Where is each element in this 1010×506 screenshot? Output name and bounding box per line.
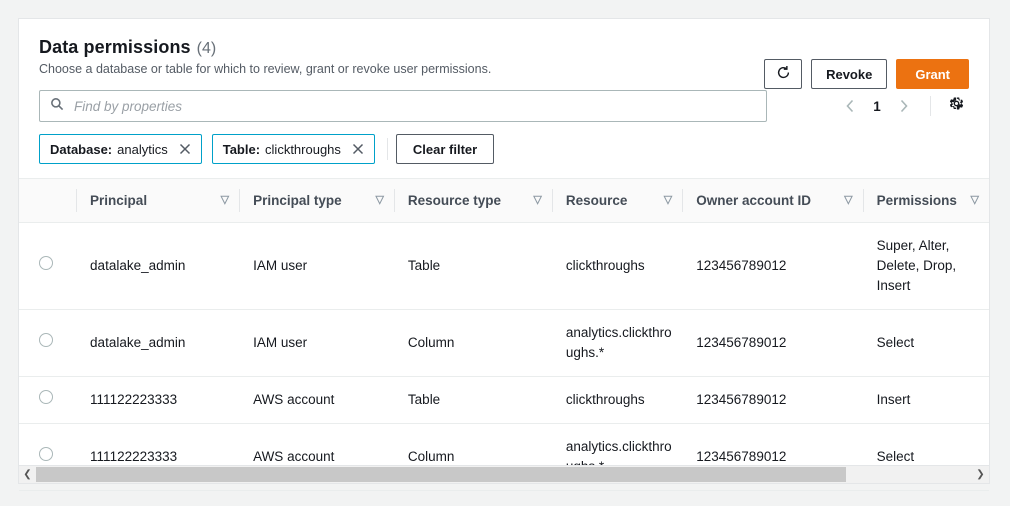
permissions-table-wrapper: Principal ▽ Principal type ▽ Resource ty…	[19, 178, 989, 465]
filter-token-table-key: Table:	[223, 142, 260, 157]
sort-icon: ▽	[533, 195, 541, 206]
column-header-resource[interactable]: Resource ▽	[552, 179, 682, 223]
cell-resource: clickthroughs	[552, 377, 682, 424]
clear-filter-button[interactable]: Clear filter	[396, 134, 494, 164]
page-title: Data permissions	[39, 37, 191, 58]
cell-principal: datalake_admin	[76, 310, 239, 377]
search-input[interactable]	[72, 98, 756, 115]
column-header-owner-account-id[interactable]: Owner account ID ▽	[682, 179, 862, 223]
sort-icon: ▽	[971, 195, 979, 206]
grant-button[interactable]: Grant	[896, 59, 969, 89]
column-header-principal[interactable]: Principal ▽	[76, 179, 239, 223]
title-row: Data permissions (4)	[39, 37, 969, 58]
horizontal-scrollbar[interactable]: ❮ ❯	[19, 465, 989, 483]
column-header-owner-account-id-label: Owner account ID	[696, 193, 811, 208]
row-radio-cell[interactable]	[19, 223, 76, 310]
cell-principal: datalake_admin	[76, 223, 239, 310]
pagination-next-button[interactable]	[890, 92, 918, 120]
pagination: 1	[836, 92, 969, 120]
refresh-button[interactable]	[764, 59, 802, 89]
row-radio-cell[interactable]	[19, 377, 76, 424]
column-header-principal-type[interactable]: Principal type ▽	[239, 179, 394, 223]
cell-resource-type: Table	[394, 223, 552, 310]
cell-owner-account-id: 123456789012	[682, 310, 862, 377]
scroll-right-icon[interactable]: ❯	[972, 466, 989, 483]
cell-principal-type: IAM user	[239, 310, 394, 377]
scrollbar-track[interactable]	[36, 466, 972, 483]
cell-owner-account-id: 123456789012	[682, 223, 862, 310]
filter-token-table-value: clickthroughs	[265, 142, 341, 157]
cell-owner-account-id: 123456789012	[682, 377, 862, 424]
table-header-row: Principal ▽ Principal type ▽ Resource ty…	[19, 179, 989, 223]
row-select-radio[interactable]	[39, 390, 53, 404]
search-box[interactable]	[39, 90, 767, 122]
pagination-prev-button[interactable]	[836, 92, 864, 120]
data-permissions-card: Data permissions (4) Choose a database o…	[18, 18, 990, 484]
sort-icon: ▽	[664, 195, 672, 206]
filter-row: Database: analytics Table: clickthroughs…	[19, 134, 989, 164]
cell-principal-type: IAM user	[239, 223, 394, 310]
filter-token-table[interactable]: Table: clickthroughs	[212, 134, 375, 164]
card-header: Data permissions (4) Choose a database o…	[19, 19, 989, 76]
filter-token-database-key: Database:	[50, 142, 112, 157]
cell-resource-type: Table	[394, 377, 552, 424]
column-header-permissions-label: Permissions	[877, 193, 957, 208]
cell-permissions: Select	[863, 310, 989, 377]
column-header-resource-label: Resource	[566, 193, 628, 208]
cell-permissions: Super, Alter, Delete, Drop, Insert	[863, 223, 989, 310]
row-radio-cell[interactable]	[19, 310, 76, 377]
table-row[interactable]: 111122223333 AWS account Table clickthro…	[19, 377, 989, 424]
column-header-resource-type-label: Resource type	[408, 193, 501, 208]
close-icon[interactable]	[179, 143, 191, 155]
column-header-principal-label: Principal	[90, 193, 147, 208]
column-header-principal-type-label: Principal type	[253, 193, 342, 208]
row-select-radio[interactable]	[39, 256, 53, 270]
cell-resource: analytics.clickthroughs.*	[552, 310, 682, 377]
scrollbar-thumb[interactable]	[36, 467, 846, 482]
column-header-permissions[interactable]: Permissions ▽	[863, 179, 989, 223]
cell-resource: clickthroughs	[552, 223, 682, 310]
gear-icon	[948, 95, 965, 117]
pagination-page-1[interactable]: 1	[866, 99, 888, 114]
search-icon	[50, 97, 64, 116]
record-count: (4)	[197, 40, 217, 58]
close-icon[interactable]	[352, 143, 364, 155]
sort-icon: ▽	[844, 195, 852, 206]
pagination-divider	[930, 96, 931, 116]
table-row[interactable]: datalake_admin IAM user Table clickthrou…	[19, 223, 989, 310]
filter-token-database-value: analytics	[117, 142, 168, 157]
settings-button[interactable]	[943, 93, 969, 119]
sort-icon: ▽	[375, 195, 383, 206]
table-row[interactable]: datalake_admin IAM user Column analytics…	[19, 310, 989, 377]
cell-principal: 111122223333	[76, 377, 239, 424]
permissions-table: Principal ▽ Principal type ▽ Resource ty…	[19, 179, 989, 491]
revoke-button[interactable]: Revoke	[811, 59, 887, 89]
header-actions: Revoke Grant	[764, 59, 969, 89]
search-row: 1	[19, 90, 989, 122]
select-column-header	[19, 179, 76, 223]
row-select-radio[interactable]	[39, 447, 53, 461]
filter-divider	[387, 138, 388, 160]
scroll-left-icon[interactable]: ❮	[19, 466, 36, 483]
refresh-icon	[776, 65, 791, 83]
cell-permissions: Insert	[863, 377, 989, 424]
cell-principal-type: AWS account	[239, 377, 394, 424]
cell-resource-type: Column	[394, 310, 552, 377]
filter-token-database[interactable]: Database: analytics	[39, 134, 202, 164]
sort-icon: ▽	[221, 195, 229, 206]
column-header-resource-type[interactable]: Resource type ▽	[394, 179, 552, 223]
row-select-radio[interactable]	[39, 333, 53, 347]
